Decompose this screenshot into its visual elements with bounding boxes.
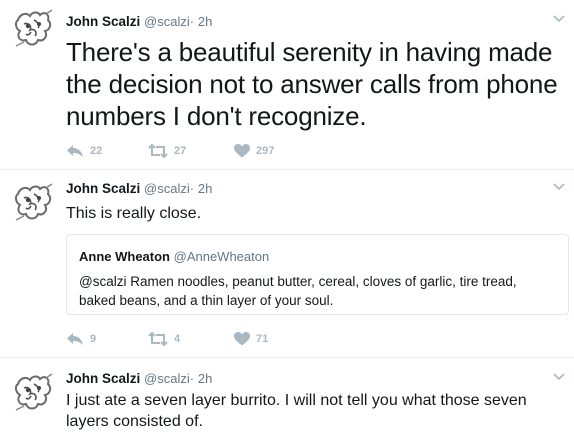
retweet-button[interactable]: 4 (148, 330, 180, 348)
tweet-text: I just ate a seven layer burrito. I will… (66, 392, 527, 430)
tweet[interactable]: John Scalzi @scalzi· 2h This is really c… (0, 170, 574, 358)
reply-button[interactable]: 22 (66, 142, 102, 160)
timestamp[interactable]: 2h (198, 181, 212, 196)
heart-icon (234, 144, 250, 158)
author-name[interactable]: John Scalzi (66, 181, 140, 196)
chevron-down-icon[interactable] (552, 372, 566, 382)
quoted-tweet-text: @scalzi Ramen noodles, peanut butter, ce… (79, 274, 517, 308)
quoted-author-handle[interactable]: @AnneWheaton (174, 249, 270, 264)
like-button[interactable]: 71 (234, 330, 268, 348)
reply-count: 22 (90, 145, 103, 157)
tweet-text: This is really close. (66, 205, 202, 222)
quoted-tweet[interactable]: Anne Wheaton @AnneWheaton @scalzi Ramen … (66, 234, 569, 315)
heart-icon (234, 332, 250, 346)
author-handle[interactable]: @scalzi (144, 14, 190, 29)
like-button[interactable]: 297 (234, 142, 274, 160)
quoted-author-name[interactable]: Anne Wheaton (79, 249, 170, 264)
tweet-header: John Scalzi @scalzi· 2h (66, 371, 212, 386)
separator-dot: · (189, 371, 195, 386)
like-count: 71 (256, 333, 269, 345)
author-name[interactable]: John Scalzi (66, 14, 140, 29)
separator-dot: · (189, 181, 195, 196)
reply-icon (67, 333, 83, 345)
timestamp[interactable]: 2h (198, 371, 212, 386)
avatar[interactable] (10, 6, 58, 54)
chevron-down-icon[interactable] (552, 14, 566, 24)
retweet-icon (148, 332, 168, 346)
author-handle[interactable]: @scalzi (144, 181, 190, 196)
tweet-text: There's a beautiful serenity in having m… (66, 37, 558, 131)
avatar[interactable] (10, 370, 58, 418)
tweet[interactable]: John Scalzi @scalzi· 2h I just ate a sev… (0, 358, 574, 442)
retweet-count: 27 (174, 145, 187, 157)
author-handle[interactable]: @scalzi (144, 371, 190, 386)
reply-count: 9 (90, 333, 97, 345)
quoted-tweet-header: Anne Wheaton @AnneWheaton (79, 249, 269, 264)
chevron-down-icon[interactable] (552, 182, 566, 192)
tweet-header: John Scalzi @scalzi· 2h (66, 181, 212, 196)
avatar[interactable] (10, 180, 58, 228)
like-count: 297 (256, 145, 275, 157)
retweet-button[interactable]: 27 (148, 142, 186, 160)
timeline: John Scalzi @scalzi· 2h There's a beauti… (0, 0, 574, 442)
separator-dot: · (189, 14, 195, 29)
retweet-count: 4 (174, 333, 181, 345)
timestamp[interactable]: 2h (198, 14, 212, 29)
reply-icon (67, 145, 83, 157)
tweet-header: John Scalzi @scalzi· 2h (66, 14, 212, 29)
retweet-icon (148, 144, 168, 158)
author-name[interactable]: John Scalzi (66, 371, 140, 386)
tweet[interactable]: John Scalzi @scalzi· 2h There's a beauti… (0, 0, 574, 170)
reply-button[interactable]: 9 (66, 330, 96, 348)
